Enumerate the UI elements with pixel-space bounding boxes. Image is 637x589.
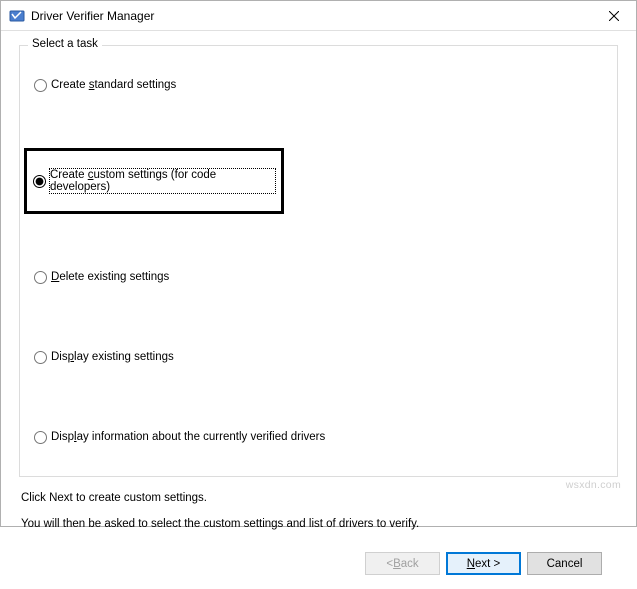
radio-delete-existing[interactable]: Delete existing settings xyxy=(34,268,603,286)
instructions-block: Click Next to create custom settings. Yo… xyxy=(21,489,616,540)
highlighted-selection: Create custom settings (for code develop… xyxy=(24,148,284,214)
next-button[interactable]: Next > xyxy=(446,552,521,575)
radio-input-delete-existing[interactable] xyxy=(34,271,47,284)
radio-input-create-standard[interactable] xyxy=(34,79,47,92)
task-groupbox: Select a task Create standard settings C… xyxy=(19,45,618,477)
content-area: Select a task Create standard settings C… xyxy=(1,31,636,589)
radio-create-custom[interactable]: Create custom settings (for code develop… xyxy=(33,169,275,193)
radio-label-delete-existing: Delete existing settings xyxy=(51,271,169,283)
instruction-line-1: Click Next to create custom settings. xyxy=(21,489,616,509)
radio-label-display-existing: Display existing settings xyxy=(51,351,174,363)
app-icon xyxy=(9,8,25,24)
instruction-line-2: You will then be asked to select the cus… xyxy=(21,515,616,535)
close-button[interactable] xyxy=(591,1,636,30)
radio-label-display-information: Display information about the currently … xyxy=(51,431,325,443)
footer-buttons: < Back Next > Cancel xyxy=(19,540,618,589)
titlebar: Driver Verifier Manager xyxy=(1,1,636,31)
radio-create-standard[interactable]: Create standard settings xyxy=(34,76,603,94)
radio-display-information[interactable]: Display information about the currently … xyxy=(34,428,603,446)
close-icon xyxy=(609,11,619,21)
back-button[interactable]: < Back xyxy=(365,552,440,575)
groupbox-legend: Select a task xyxy=(28,38,102,50)
window-frame: Driver Verifier Manager Select a task Cr… xyxy=(0,0,637,527)
radio-input-create-custom[interactable] xyxy=(33,175,46,188)
window-title: Driver Verifier Manager xyxy=(31,9,591,23)
radio-display-existing[interactable]: Display existing settings xyxy=(34,348,603,366)
radio-input-display-existing[interactable] xyxy=(34,351,47,364)
cancel-button[interactable]: Cancel xyxy=(527,552,602,575)
radio-label-create-custom: Create custom settings (for code develop… xyxy=(50,169,275,193)
radio-input-display-information[interactable] xyxy=(34,431,47,444)
radio-label-create-standard: Create standard settings xyxy=(51,79,176,91)
